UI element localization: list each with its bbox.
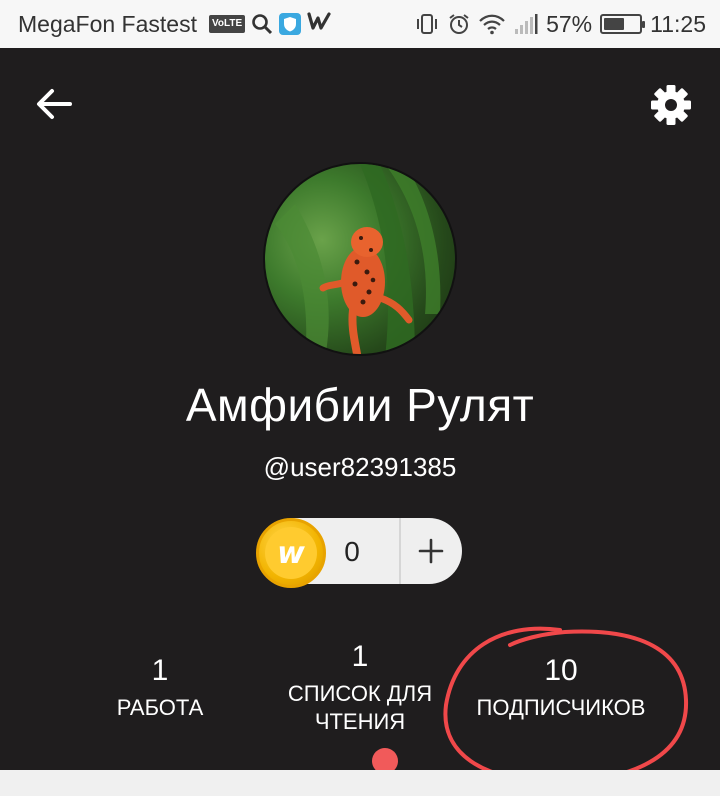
carrier-name: MegaFon Fastest (18, 10, 197, 37)
signal-icon (514, 13, 538, 35)
reading-lists-label-line1: СПИСОК ДЛЯ (287, 681, 433, 706)
status-bar-left: MegaFon Fastest VoLTE (18, 0, 331, 48)
profile-display-name: Амфибии Рулят (185, 379, 535, 431)
stat-works[interactable]: 1 РАБОТА (100, 654, 220, 722)
battery-fill (604, 18, 624, 30)
gear-icon (651, 85, 691, 125)
coin-count: 0 (344, 536, 360, 567)
stat-followers[interactable]: 10 ПОДПИСЧИКОВ (456, 654, 666, 722)
wattpad-notification-icon (307, 11, 331, 37)
vibrate-icon (414, 13, 440, 35)
works-label: РАБОТА (116, 695, 204, 720)
arrow-back-icon (37, 89, 72, 119)
battery-icon (600, 14, 646, 34)
frog-avatar (275, 164, 441, 354)
wifi-icon (478, 13, 506, 35)
battery-percent: 57% (546, 10, 593, 37)
reading-lists-label-line2: ЧТЕНИЯ (314, 709, 406, 734)
bottom-content-strip (0, 770, 720, 796)
coins-divider (399, 518, 401, 584)
works-count: 1 (151, 654, 169, 687)
volte-icon: VoLTE (208, 15, 246, 33)
followers-label: ПОДПИСЧИКОВ (476, 695, 646, 720)
add-coins-button[interactable] (402, 518, 460, 584)
clock: 11:25 (650, 10, 706, 37)
followers-count: 10 (544, 654, 578, 687)
coin-icon: w (256, 518, 326, 588)
profile-avatar[interactable] (263, 162, 457, 356)
settings-button[interactable] (646, 80, 696, 130)
coin-letter: w (265, 527, 317, 579)
shield-icon (279, 13, 302, 35)
stat-reading-lists[interactable]: 1 СПИСОК ДЛЯ ЧТЕНИЯ (270, 640, 450, 736)
reading-lists-count: 1 (351, 640, 369, 673)
profile-username: @user82391385 (263, 452, 457, 482)
search-icon (251, 13, 273, 35)
status-bar: MegaFon Fastest VoLTE 57% 11:25 (0, 0, 720, 48)
plus-icon (418, 538, 444, 564)
back-button[interactable] (32, 82, 76, 126)
alarm-icon (448, 13, 470, 35)
status-bar-right: 57% 11:25 (414, 0, 706, 48)
